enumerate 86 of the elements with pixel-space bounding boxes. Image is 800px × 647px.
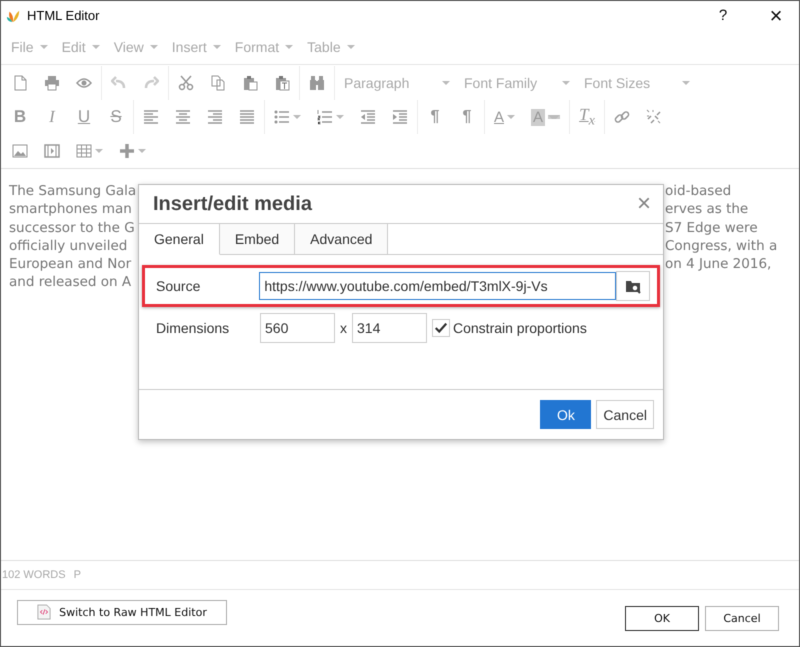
clipboard-icon (242, 75, 258, 91)
field-label: Source (156, 278, 202, 294)
caret-icon (442, 81, 450, 85)
folder-search-icon (625, 278, 642, 294)
caret-icon (95, 149, 103, 153)
caret-icon (336, 115, 344, 119)
ok-button[interactable]: OK (625, 606, 699, 630)
width-field[interactable]: 560 (260, 313, 335, 343)
paragraph-text: successor to the G (9, 218, 136, 237)
element-path[interactable]: P (74, 569, 81, 581)
image-icon (12, 143, 28, 159)
numbered-list-icon (317, 109, 333, 125)
paragraph-text: on 4 June 2016, (665, 255, 772, 274)
close-button[interactable]: × (636, 190, 651, 218)
paragraph-text: S7 Edge were (665, 218, 758, 237)
ok-button[interactable]: Ok (540, 400, 592, 429)
paragraph-text: Congress, with a (665, 236, 778, 256)
caret-icon (507, 115, 516, 119)
undo-icon (111, 75, 127, 91)
cancel-button[interactable]: Cancel (705, 606, 779, 630)
plus-icon (119, 143, 135, 159)
style-dropdown[interactable]: Font Sizes (576, 75, 696, 91)
tab[interactable]: Embed (220, 224, 296, 255)
paragraph-text: smartphones man (9, 200, 133, 219)
clear-formatting-button[interactable]: T$_{x}$ (571, 103, 604, 131)
checkbox[interactable] (432, 319, 450, 337)
code-file-icon (37, 604, 52, 620)
source-field[interactable]: https://www.youtube.com/embed/T3mlX-9j-Vs (259, 272, 616, 300)
paragraph-text: erves as the (665, 200, 748, 219)
caret-icon (293, 115, 301, 119)
paragraph-text: oid-based (665, 182, 732, 200)
paragraph-text: officially unveiled (9, 236, 128, 256)
binoculars-icon (309, 75, 325, 91)
caret-icon (212, 45, 221, 49)
paragraph-text: European and Nor (9, 255, 132, 274)
browse-button[interactable] (616, 271, 650, 301)
separator-text: x (339, 320, 348, 336)
checkbox-label: Constrain proportions (453, 320, 587, 336)
table-icon (76, 143, 92, 159)
underline-button[interactable]: U (68, 103, 100, 131)
paragraph-text: The Samsung Gala (9, 182, 137, 200)
caret-icon (562, 81, 570, 85)
caret-icon (285, 45, 294, 49)
scissors-icon (178, 75, 194, 91)
text-color-button[interactable]: A (486, 103, 524, 131)
caret-icon (40, 45, 48, 49)
printer-icon (44, 75, 60, 91)
film-icon (44, 143, 60, 159)
right-to-left-button[interactable]: ¶ (451, 103, 483, 131)
outdent-icon (360, 109, 376, 125)
cancel-button[interactable]: Cancel (596, 400, 654, 429)
word-count: 102 WORDS (2, 569, 66, 581)
align-center-icon (175, 109, 191, 125)
style-dropdown[interactable]: Paragraph (336, 75, 456, 91)
paragraph-text: and released on A (9, 273, 132, 292)
bold-button[interactable]: B (4, 103, 36, 131)
left-to-right-button[interactable]: ¶ (419, 103, 451, 131)
bullet-list-icon (274, 109, 290, 125)
caret-icon (138, 149, 146, 153)
strike-button[interactable]: S (100, 103, 132, 131)
indent-icon (392, 109, 408, 125)
help-button[interactable]: ? (700, 1, 746, 30)
justify-icon (239, 109, 255, 125)
field-label: Dimensions (156, 320, 230, 336)
window-title: HTML Editor (27, 8, 100, 23)
unlink-icon (646, 109, 662, 125)
caret-icon (92, 45, 100, 49)
caret-icon (150, 45, 158, 49)
redo-icon (143, 75, 159, 91)
italic-button[interactable]: I (36, 103, 68, 131)
document-icon (12, 75, 28, 91)
caret-icon (682, 81, 690, 85)
link-icon (614, 109, 630, 125)
tab[interactable]: General (139, 224, 220, 255)
align-left-icon (143, 109, 159, 125)
caret-icon (548, 115, 560, 119)
dialog-title: Insert/edit media (153, 192, 312, 216)
style-dropdown[interactable]: Font Family (456, 75, 576, 91)
raw-editor-button[interactable]: Switch to Raw HTML Editor (17, 600, 227, 624)
tab[interactable]: Advanced (295, 224, 388, 255)
copy-icon (210, 75, 226, 91)
height-field[interactable]: 314 (352, 313, 427, 343)
close-button[interactable]: × (753, 1, 799, 30)
caret-icon (346, 45, 355, 49)
clipboard-text-icon (274, 75, 290, 91)
align-right-icon (207, 109, 223, 125)
